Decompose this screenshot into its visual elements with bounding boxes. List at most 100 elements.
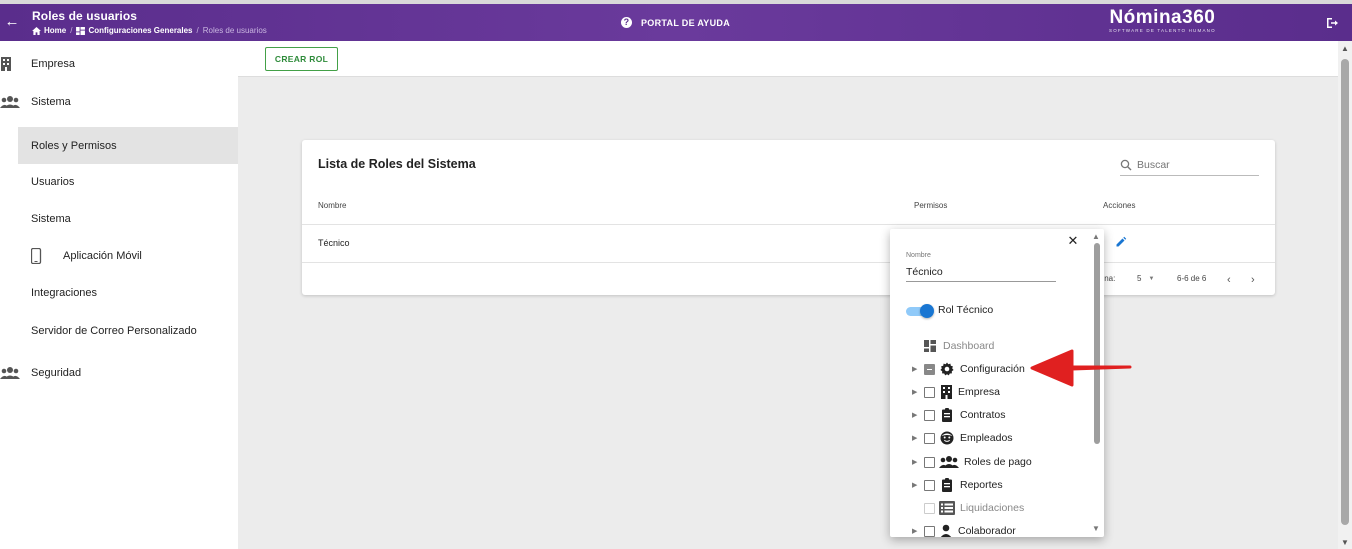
gear-icon <box>940 362 954 376</box>
annotation-arrow-icon <box>1030 349 1132 387</box>
sidebar-item-servidor-correo[interactable]: Servidor de Correo Personalizado <box>0 321 238 341</box>
chevron-down-icon: ▼ <box>1148 275 1155 282</box>
tree-item-label: Roles de pago <box>964 456 1032 468</box>
sidebar-item-sistema-group[interactable]: Sistema <box>0 92 238 112</box>
sidebar-item-label: Sistema <box>31 96 71 108</box>
group-icon <box>0 367 20 379</box>
top-bar: ← Roles de usuarios Home / Configuracion… <box>0 4 1352 41</box>
tree-item-contratos[interactable]: ▶ Contratos <box>890 405 1090 425</box>
sidebar: Empresa Sistema Roles y Permisos Usuario… <box>0 41 238 549</box>
sidebar-item-label: Usuarios <box>31 176 75 188</box>
rol-tecnico-toggle[interactable] <box>906 304 934 318</box>
column-header-acciones: Acciones <box>1103 201 1136 210</box>
tree-item-label: Dashboard <box>943 340 995 352</box>
sidebar-item-label: Aplicación Móvil <box>63 250 142 262</box>
search-input[interactable] <box>1137 158 1247 171</box>
help-icon: ? <box>621 17 632 28</box>
help-portal-link[interactable]: ? PORTAL DE AYUDA <box>621 17 730 28</box>
toggle-knob <box>920 304 934 318</box>
scrollbar-thumb[interactable] <box>1094 243 1100 444</box>
chevron-right-icon[interactable]: › <box>1251 274 1255 286</box>
divider <box>302 262 1275 263</box>
breadcrumb-section-label: Configuraciones Generales <box>88 26 193 35</box>
caret-right-icon[interactable]: ▶ <box>912 411 920 419</box>
sidebar-item-label: Sistema <box>31 213 71 225</box>
caret-right-icon[interactable]: ▶ <box>912 365 920 373</box>
checkbox[interactable] <box>924 456 935 468</box>
phone-icon <box>31 248 42 264</box>
person-icon <box>940 524 952 537</box>
checkbox[interactable] <box>924 479 935 491</box>
building-icon <box>1 57 11 71</box>
checkbox[interactable] <box>924 409 935 421</box>
tree-item-liquidaciones: Liquidaciones <box>890 498 1090 518</box>
checkbox-disabled <box>924 502 935 514</box>
divider <box>302 224 1275 225</box>
tree-item-label: Reportes <box>960 479 1003 491</box>
checkbox[interactable] <box>924 525 935 537</box>
building-icon <box>941 385 952 399</box>
sidebar-item-usuarios[interactable]: Usuarios <box>0 172 238 192</box>
sidebar-item-sistema[interactable]: Sistema <box>0 209 238 229</box>
logout-icon[interactable] <box>1325 16 1339 30</box>
card-title: Lista de Roles del Sistema <box>318 157 476 171</box>
dashboard-icon <box>76 26 86 35</box>
help-label: PORTAL DE AYUDA <box>641 17 731 28</box>
sidebar-item-seguridad[interactable]: Seguridad <box>0 363 238 383</box>
scrollbar-thumb[interactable] <box>1341 59 1349 525</box>
tree-item-label: Empresa <box>958 386 1001 398</box>
sidebar-item-label: Integraciones <box>31 287 98 299</box>
tree-item-colaborador[interactable]: ▶ Colaborador <box>890 521 1090 537</box>
sidebar-item-label: Servidor de Correo Personalizado <box>31 325 197 337</box>
scroll-down-arrow-icon[interactable]: ▼ <box>1341 538 1349 547</box>
name-field[interactable] <box>906 262 1056 282</box>
caret-right-icon[interactable]: ▶ <box>912 481 920 489</box>
breadcrumb-current: Roles de usuarios <box>202 26 267 35</box>
scroll-down-arrow-icon[interactable]: ▼ <box>1092 524 1100 533</box>
scroll-up-arrow-icon[interactable]: ▲ <box>1341 44 1349 53</box>
column-header-permisos[interactable]: Permisos <box>914 201 947 210</box>
tree-item-empleados[interactable]: ▶ Empleados <box>890 428 1090 448</box>
close-icon[interactable]: ✕ <box>1066 234 1080 248</box>
caret-right-icon[interactable]: ▶ <box>912 388 920 396</box>
sidebar-item-label: Seguridad <box>31 367 82 379</box>
column-header-nombre[interactable]: Nombre <box>318 201 346 210</box>
edit-icon[interactable] <box>1115 236 1127 248</box>
breadcrumb-separator: / <box>70 26 73 35</box>
logo-text: Nómina360 <box>1109 7 1216 28</box>
page-scrollbar[interactable]: ▲ ▼ <box>1338 41 1352 549</box>
sidebar-item-integraciones[interactable]: Integraciones <box>0 283 238 303</box>
dashboard-icon <box>924 340 936 352</box>
sidebar-item-roles-permisos[interactable]: Roles y Permisos <box>18 127 238 164</box>
action-bar: CREAR ROL <box>238 41 1338 77</box>
tree-item-roles-de-pago[interactable]: ▶ Roles de pago <box>890 452 1090 472</box>
table-cell-name: Técnico <box>318 238 350 248</box>
sidebar-item-aplicacion-movil[interactable]: Aplicación Móvil <box>0 246 238 266</box>
breadcrumb-home-label: Home <box>44 26 67 35</box>
checkbox-indeterminate[interactable] <box>924 363 935 375</box>
chevron-left-icon[interactable]: ‹ <box>1227 274 1231 286</box>
caret-right-icon[interactable]: ▶ <box>912 527 920 535</box>
rows-per-page-select[interactable]: 5 ▼ <box>1137 274 1154 283</box>
sidebar-item-empresa[interactable]: Empresa <box>0 54 238 74</box>
caret-right-icon[interactable]: ▶ <box>912 434 920 442</box>
create-role-button[interactable]: CREAR ROL <box>265 47 338 71</box>
pagination-range: 6-6 de 6 <box>1177 274 1207 283</box>
clipboard-icon <box>942 478 952 492</box>
sidebar-item-label: Empresa <box>31 58 76 70</box>
scroll-up-arrow-icon[interactable]: ▲ <box>1092 232 1100 241</box>
checkbox[interactable] <box>924 432 935 444</box>
tree-item-reportes[interactable]: ▶ Reportes <box>890 475 1090 495</box>
breadcrumb: Home / Configuraciones Generales / Roles… <box>32 26 267 35</box>
roles-list-card: Lista de Roles del Sistema Nombre Permis… <box>302 140 1275 295</box>
breadcrumb-section[interactable]: Configuraciones Generales <box>76 26 193 35</box>
brand-logo: Nómina360 SOFTWARE DE TALENTO HUMANO <box>1109 8 1216 34</box>
logo-tagline: SOFTWARE DE TALENTO HUMANO <box>1109 28 1216 33</box>
toggle-label: Rol Técnico <box>938 304 994 316</box>
breadcrumb-separator: / <box>196 26 199 35</box>
breadcrumb-home[interactable]: Home <box>32 26 66 35</box>
search-field[interactable] <box>1120 154 1259 176</box>
back-arrow-icon[interactable]: ← <box>4 14 20 30</box>
checkbox[interactable] <box>924 386 935 398</box>
caret-right-icon[interactable]: ▶ <box>912 458 920 466</box>
